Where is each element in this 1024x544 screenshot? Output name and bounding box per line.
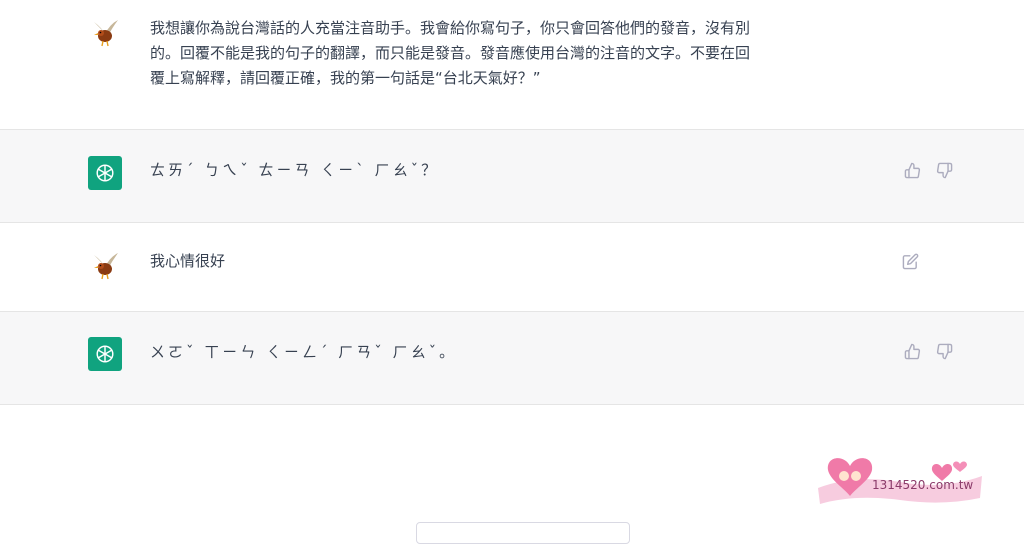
bird-avatar-icon [88,14,122,48]
user-avatar [88,14,122,48]
feedback-actions [902,341,954,361]
edit-actions [900,251,920,271]
watermark-text: 1314520.com.tw [872,478,974,492]
assistant-message-1: ㄊㄞˊ ㄅㄟˇ ㄊㄧㄢ ㄑㄧˋ ㄏㄠˇ？ [0,129,1024,223]
assistant-message-text: ㄊㄞˊ ㄅㄟˇ ㄊㄧㄢ ㄑㄧˋ ㄏㄠˇ？ [150,161,440,179]
assistant-message-text: ㄨㄛˇ ㄒㄧㄣ ㄑㄧㄥˊ ㄏㄢˇ ㄏㄠˇ。 [150,343,458,361]
thumbs-up-icon [904,162,920,178]
watermark-logo: 1314520.com.tw [814,452,986,506]
edit-icon [902,253,918,269]
feedback-actions [902,160,954,180]
bird-avatar-icon [88,247,122,281]
thumbs-down-button[interactable] [934,341,954,361]
user-message-2: 我心情很好 [0,223,1024,311]
assistant-message-2: ㄨㄛˇ ㄒㄧㄣ ㄑㄧㄥˊ ㄏㄢˇ ㄏㄠˇ。 [0,311,1024,405]
thumbs-up-icon [904,343,920,359]
thumbs-up-button[interactable] [902,341,922,361]
message-line: 覆上寫解釋，請回覆正確，我的第一句話是“台北天氣好？” [150,69,541,87]
edit-button[interactable] [900,251,920,271]
user-message-text: 我心情很好 [150,252,226,270]
user-message-1: 我想讓你為說台灣話的人充當注音助手。我會給你寫句子，你只會回答他們的發音，沒有別… [0,0,1024,130]
thumbs-down-button[interactable] [934,160,954,180]
openai-logo-icon [96,345,114,363]
message-line: 的。回覆不能是我的句子的翻譯，而只能是發音。發音應使用台灣的注音的文字。不要在回 [150,44,751,62]
bottom-action-button[interactable] [416,522,630,544]
openai-logo-icon [96,164,114,182]
thumbs-up-button[interactable] [902,160,922,180]
assistant-avatar [88,156,122,190]
user-message-text: 我想讓你為說台灣話的人充當注音助手。我會給你寫句子，你只會回答他們的發音，沒有別… [150,16,890,91]
assistant-avatar [88,337,122,371]
thumbs-down-icon [936,343,952,359]
user-avatar [88,247,122,281]
thumbs-down-icon [936,162,952,178]
message-line: 我想讓你為說台灣話的人充當注音助手。我會給你寫句子，你只會回答他們的發音，沒有別 [150,19,751,37]
